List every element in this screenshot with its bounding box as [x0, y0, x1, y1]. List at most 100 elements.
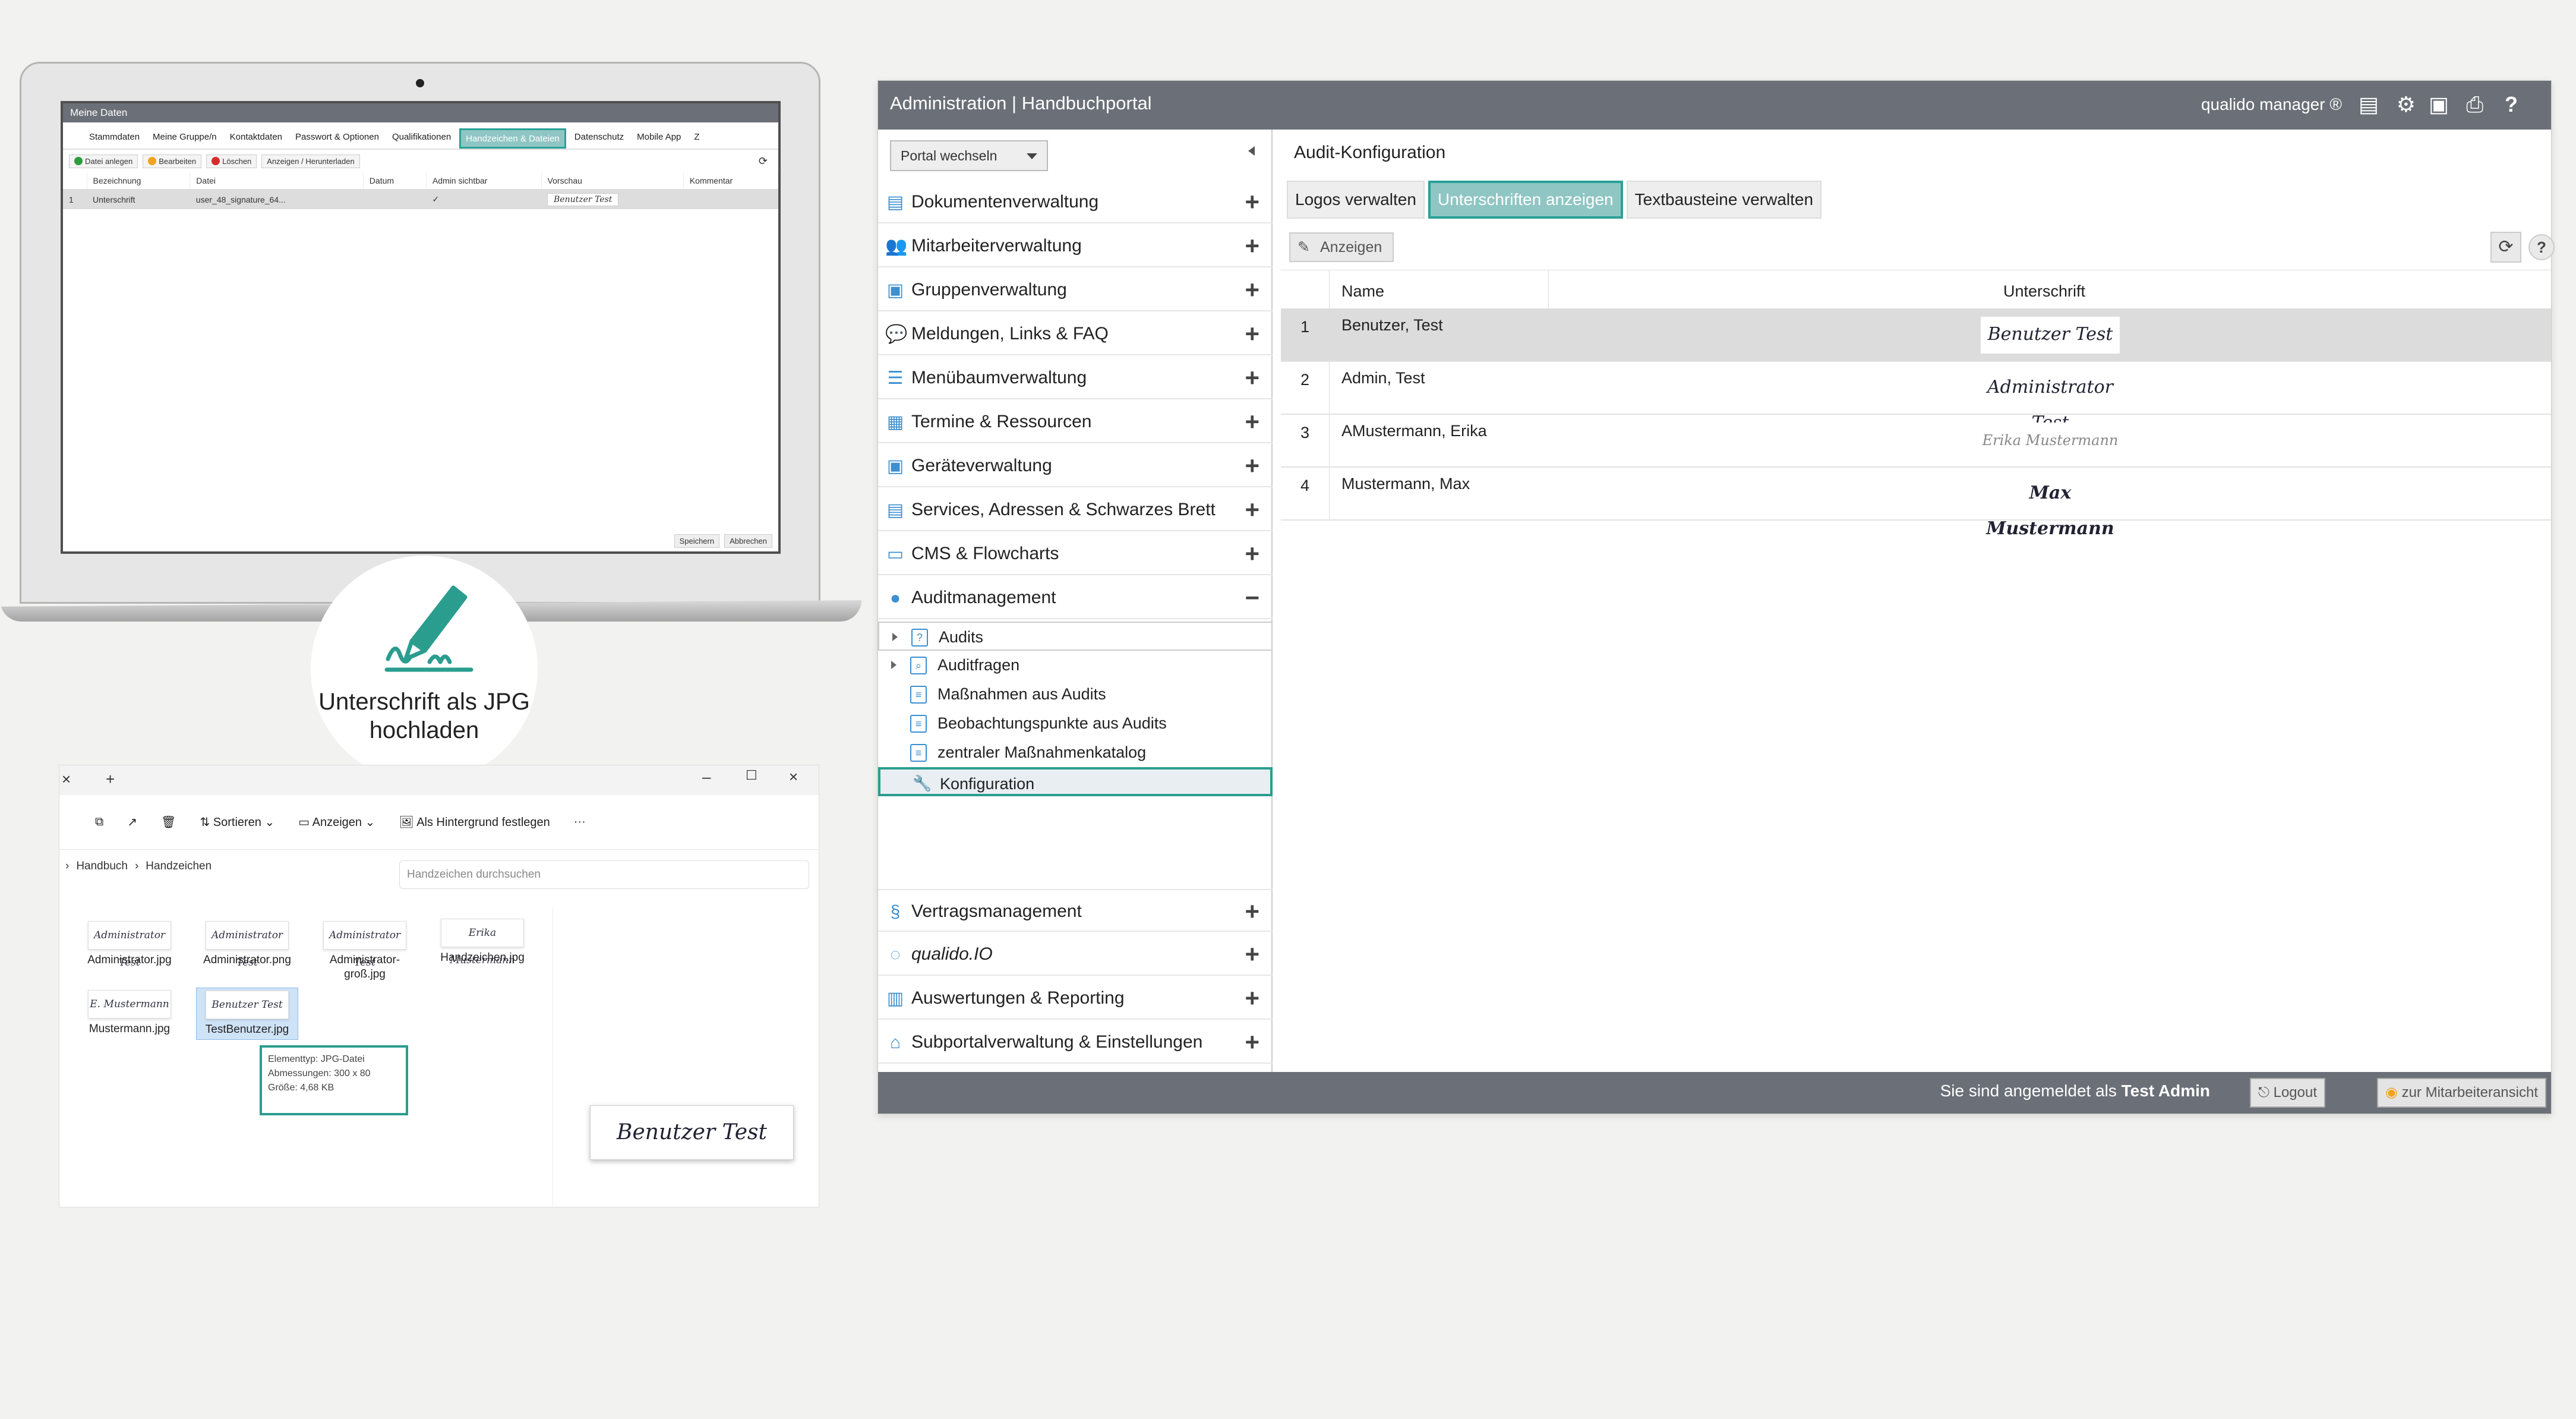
file-item-selected[interactable]: Benutzer Test TestBenutzer.jpg [196, 988, 298, 1040]
tab-passwort[interactable]: Passwort & Optionen [291, 128, 384, 149]
nav-item[interactable]: ☰ Menübaumverwaltung + [878, 357, 1273, 399]
nav-item[interactable]: ◌ qualido.IO + [878, 933, 1273, 976]
employee-view-button[interactable]: ◉ zur Mitarbeiteransicht [2376, 1078, 2546, 1108]
tab-signatures[interactable]: Unterschriften anzeigen [1428, 181, 1623, 219]
search-input[interactable]: Handzeichen durchsuchen [399, 860, 809, 889]
expand-icon[interactable]: + [1245, 444, 1259, 487]
maximize-icon[interactable]: ☐ [746, 768, 757, 783]
show-button[interactable]: ✎ Anzeigen [1289, 232, 1394, 262]
cancel-button[interactable]: Abbrechen [724, 534, 772, 548]
nav-item[interactable]: ▭ CMS & Flowcharts + [878, 532, 1273, 575]
logout-button[interactable]: ⎋ Logout [2249, 1078, 2325, 1108]
nav-item[interactable]: ▤ Dokumentenverwaltung + [878, 181, 1273, 223]
new-tab-icon[interactable]: + [106, 770, 115, 789]
nav-item[interactable]: ▣ Gruppenverwaltung + [878, 269, 1273, 311]
tab-more[interactable]: Z [689, 128, 704, 149]
table-row[interactable]: 1 Benutzer, Test Benutzer Test [1281, 309, 2551, 362]
subnav-konfiguration[interactable]: 🔧 Konfiguration [878, 767, 1273, 796]
file-item[interactable]: Administrator Test Administrator.png [200, 921, 295, 969]
portal-switch-select[interactable]: Portal wechseln [890, 140, 1048, 171]
edit-button[interactable]: Bearbeiten [143, 154, 202, 168]
subnav-massnahmenkatalog[interactable]: ≡ zentraler Maßnahmenkatalog [878, 738, 1273, 767]
tab-mobile-app[interactable]: Mobile App [632, 128, 686, 149]
tab-handzeichen[interactable]: Handzeichen & Dateien [459, 128, 566, 149]
tab-datenschutz[interactable]: Datenschutz [570, 128, 629, 149]
expand-arrow-icon[interactable] [891, 661, 901, 669]
document-icon[interactable]: ▣ [2429, 93, 2449, 116]
sitemap-icon[interactable]: ⚙ [2397, 93, 2416, 116]
tab-qualifikationen[interactable]: Qualifikationen [387, 128, 456, 149]
expand-icon[interactable]: + [1245, 933, 1259, 976]
expand-icon[interactable]: + [1245, 532, 1259, 575]
view-button[interactable]: ▭ Anzeigen ⌄ [298, 815, 375, 830]
col-kommentar[interactable]: Kommentar [683, 172, 778, 190]
subnav-auditfragen[interactable]: ⌕ Auditfragen [878, 651, 1273, 680]
refresh-icon[interactable]: ⟳ [754, 153, 772, 169]
nav-item-auditmanagement[interactable]: ● Auditmanagement − [878, 576, 1273, 619]
col-signature[interactable]: Unterschrift [2003, 282, 2085, 301]
copy-icon[interactable]: ⧉ [95, 815, 103, 829]
table-row[interactable]: 3 AMustermann, Erika Erika Mustermann [1281, 415, 2551, 468]
col-vorschau[interactable]: Vorschau [541, 172, 684, 190]
col-name[interactable]: Name [1341, 282, 1384, 301]
nav-item[interactable]: § Vertragsmanagement + [878, 889, 1273, 932]
table-row[interactable]: 4 Mustermann, Max Max Mustermann [1281, 468, 2551, 539]
delete-button[interactable]: Löschen [206, 154, 257, 168]
share-icon[interactable]: ↗ [127, 815, 137, 830]
col-datum[interactable]: Datum [363, 172, 427, 190]
download-button[interactable]: Anzeigen / Herunterladen [261, 154, 360, 168]
tab-logos[interactable]: Logos verwalten [1287, 181, 1425, 219]
collapse-icon[interactable] [1243, 146, 1255, 156]
subnav-beobachtungspunkte[interactable]: ≡ Beobachtungspunkte aus Audits [878, 709, 1273, 738]
help-icon[interactable]: ? [2528, 234, 2555, 260]
tab-gruppen[interactable]: Meine Gruppe/n [148, 128, 222, 149]
set-background-button[interactable]: 🖼 Als Hintergrund festlegen [399, 815, 550, 830]
expand-icon[interactable]: + [1245, 401, 1259, 443]
file-item[interactable]: Erika Mustermann Handzeichen.jpg [435, 919, 530, 966]
expand-icon[interactable]: + [1245, 977, 1259, 1020]
col-bezeichnung[interactable]: Bezeichnung [87, 172, 191, 190]
sort-button[interactable]: ⇅ Sortieren ⌄ [200, 815, 274, 830]
file-item[interactable]: Administrator Test Administrator-groß.jp… [317, 921, 412, 982]
nav-item[interactable]: ▤ Services, Adressen & Schwarzes Brett + [878, 488, 1273, 531]
trash-icon[interactable]: 🗑 [161, 815, 176, 830]
tab-stammdaten[interactable]: Stammdaten [84, 128, 144, 149]
col-admin[interactable]: Admin sichtbar [426, 172, 542, 190]
expand-icon[interactable]: + [1245, 225, 1259, 267]
tab-kontaktdaten[interactable]: Kontaktdaten [225, 128, 287, 149]
subnav-massnahmen[interactable]: ≡ Maßnahmen aus Audits [878, 680, 1273, 709]
collapse-section-icon[interactable]: − [1245, 576, 1259, 619]
close-tab-icon[interactable]: × [62, 770, 71, 789]
nav-item[interactable]: 👥 Mitarbeiterverwaltung + [878, 225, 1273, 267]
table-row[interactable]: 1 Unterschrift user_48_signature_64... ✓… [63, 189, 778, 209]
expand-icon[interactable]: + [1245, 313, 1259, 355]
refresh-icon[interactable]: ⟳ [2490, 232, 2521, 263]
expand-icon[interactable]: + [1245, 269, 1259, 311]
expand-icon[interactable]: + [1245, 1021, 1259, 1064]
file-item[interactable]: Administrator Test Administrator.jpg [82, 921, 177, 969]
help-icon[interactable]: ? [2505, 93, 2518, 116]
add-file-button[interactable]: Datei anlegen [69, 154, 138, 168]
nav-item[interactable]: ▦ Termine & Ressourcen + [878, 401, 1273, 443]
expand-icon[interactable]: + [1245, 357, 1259, 399]
subnav-audits[interactable]: ? Audits [878, 622, 1273, 651]
nav-item[interactable]: ▣ Geräteverwaltung + [878, 444, 1273, 487]
nav-item[interactable]: ▥ Auswertungen & Reporting + [878, 977, 1273, 1020]
tab-text-blocks[interactable]: Textbausteine verwalten [1626, 181, 1822, 219]
breadcrumb-item[interactable]: Handbuch [76, 860, 128, 873]
expand-arrow-icon[interactable] [892, 633, 902, 641]
minimize-icon[interactable]: – [702, 768, 711, 786]
table-row[interactable]: 2 Admin, Test Administrator Test [1281, 362, 2551, 433]
more-button[interactable]: ··· [574, 815, 586, 829]
nav-item[interactable]: ⌂ Subportalverwaltung & Einstellungen + [878, 1021, 1273, 1064]
breadcrumb-item[interactable]: Handzeichen [146, 860, 211, 873]
expand-icon[interactable]: + [1245, 488, 1259, 531]
expand-icon[interactable]: + [1245, 181, 1259, 223]
col-datei[interactable]: Datei [190, 172, 364, 190]
file-item[interactable]: E. Mustermann Mustermann.jpg [82, 990, 177, 1036]
nav-item[interactable]: 💬 Meldungen, Links & FAQ + [878, 313, 1273, 355]
expand-icon[interactable]: + [1245, 890, 1259, 933]
book-icon[interactable]: ▤ [2359, 93, 2379, 116]
print-icon[interactable]: ⎙ [2466, 93, 2483, 116]
save-button[interactable]: Speichern [674, 534, 720, 548]
